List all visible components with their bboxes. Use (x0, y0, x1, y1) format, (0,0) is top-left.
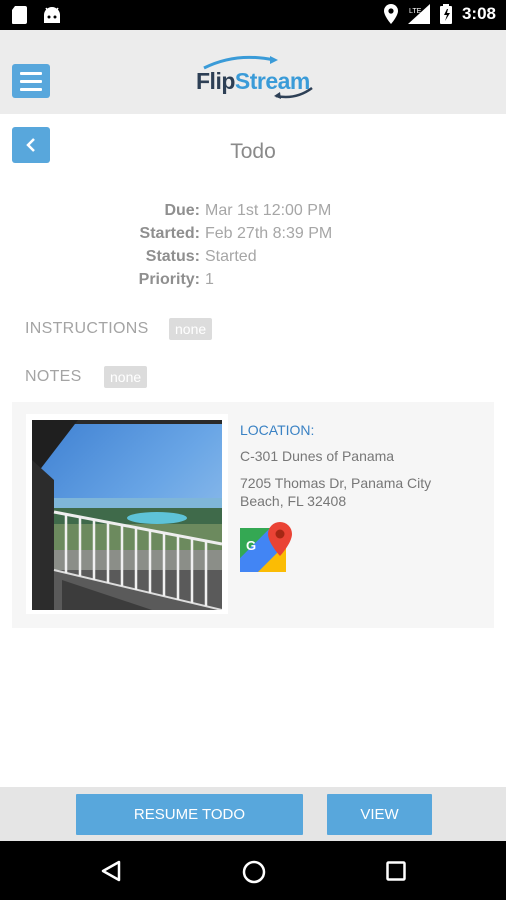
nav-bar (0, 841, 506, 900)
location-address: 7205 Thomas Dr, Panama City Beach, FL 32… (240, 475, 432, 509)
status-bar: LTE 3:08 (0, 0, 506, 30)
property-photo[interactable] (32, 420, 222, 610)
recents-nav-icon[interactable] (386, 861, 406, 881)
instructions-label: INSTRUCTIONS (25, 320, 149, 337)
resume-todo-button[interactable]: RESUME TODO (76, 794, 303, 835)
app-header: FlipStream (0, 30, 506, 114)
location-name: C-301 Dunes of Panama (240, 448, 395, 464)
home-nav-icon[interactable] (242, 860, 266, 884)
location-card[interactable]: LOCATION: C-301 Dunes of Panama 7205 Tho… (12, 402, 494, 628)
back-nav-icon[interactable] (100, 860, 122, 882)
property-photo-frame (26, 414, 228, 614)
started-row: Started: Feb 27th 8:39 PM (139, 225, 333, 242)
priority-row: Priority: 1 (138, 271, 214, 288)
google-maps-icon[interactable]: G (240, 522, 296, 574)
menu-button[interactable] (12, 64, 50, 98)
screen: LTE 3:08 FlipStream Todo Due: Mar 1st 12… (0, 0, 506, 900)
svg-text:LTE: LTE (409, 8, 422, 15)
due-row: Due: Mar 1st 12:00 PM (164, 202, 332, 219)
flipstream-logo: FlipStream (196, 54, 316, 102)
android-icon (44, 7, 60, 23)
status-time: 3:08 (461, 4, 496, 23)
page-title: Todo (230, 140, 276, 163)
view-button[interactable]: VIEW (327, 794, 432, 835)
signal-icon: LTE (407, 4, 430, 24)
svg-text:G: G (246, 538, 256, 553)
status-row: Status: Started (145, 248, 257, 265)
notes-badge: none (104, 366, 148, 388)
location-icon (383, 4, 398, 24)
instructions-badge: none (169, 318, 213, 340)
action-bar: RESUME TODO VIEW (0, 787, 506, 841)
sd-card-icon (12, 6, 27, 24)
notes-label: NOTES (25, 368, 82, 385)
hamburger-icon (20, 71, 42, 75)
battery-icon (439, 4, 452, 24)
location-label: LOCATION: (240, 422, 315, 438)
